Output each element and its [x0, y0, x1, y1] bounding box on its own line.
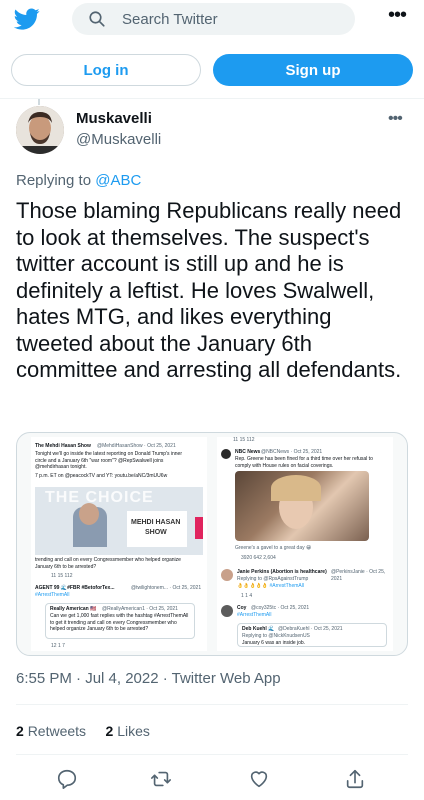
media-right-reply1-name: Janie Perkins (Abortion is healthcare): [237, 569, 327, 575]
media-right-reply2-tag: #ArrestThemAll: [237, 612, 272, 618]
media-right-reply1-meta: @PerkinsJanie · Oct 25, 2021: [331, 569, 386, 582]
show-name-line2: SHOW: [145, 529, 167, 536]
avatar[interactable]: [16, 106, 64, 154]
media-right-stats: 3920 642 2,604: [241, 555, 276, 561]
divider: [16, 704, 408, 705]
divider: [0, 98, 424, 99]
reply-icon[interactable]: [56, 768, 78, 790]
media-left-quote-meta: @ReallyAmerican1 · Oct 25, 2021: [102, 606, 178, 612]
media-left-panel: The Mehdi Hasan Show @MehdiHasanShow · O…: [31, 437, 207, 651]
media-right-counts-top: 11 15 112: [233, 437, 255, 443]
media-left-reply2-tag: #ArrestThemAll: [35, 592, 70, 598]
twitter-bird-icon[interactable]: [14, 6, 40, 32]
media-right-caption: Greene's a gavel to a great day 😀: [235, 545, 312, 551]
thread-connector: [38, 99, 40, 105]
media-left-counts-2: 12 1 7: [51, 643, 65, 649]
show-accent: [195, 517, 203, 539]
media-right-meta: @NBCNews · Oct 25, 2021: [261, 449, 323, 455]
media-left-quote-name: Really American 🇺🇸: [50, 606, 97, 612]
media-right-reply2-name: Coy: [237, 605, 247, 611]
divider: [16, 754, 408, 755]
more-horizontal-icon[interactable]: •••: [386, 5, 408, 30]
media-left-name: The Mehdi Hasan Show: [35, 443, 91, 449]
show-host-face: [79, 503, 99, 525]
nbc-avatar: [221, 449, 231, 459]
photo-hair: [271, 475, 321, 501]
coy-avatar: [221, 605, 233, 617]
tweet-timestamp[interactable]: 6:55 PM · Jul 4, 2022 · Twitter Web App: [16, 670, 281, 687]
replying-mention-link[interactable]: @ABC: [95, 172, 141, 189]
replying-to: Replying to @ABC: [16, 172, 141, 189]
retweets-stat[interactable]: 2 Retweets: [16, 723, 86, 739]
tweet-stats: 2 Retweets 2 Likes: [16, 723, 150, 739]
janie-avatar: [221, 569, 233, 581]
search-placeholder[interactable]: Search Twitter: [122, 11, 218, 28]
media-right-reply1-tag: 👌👌👌👌👌 #ArrestThemAll: [237, 583, 304, 589]
media-left-meta: @MehdiHasanShow · Oct 25, 2021: [97, 443, 176, 449]
share-icon[interactable]: [344, 768, 366, 790]
media-right-counts-mid: 1 1 4: [241, 593, 253, 599]
likes-count: 2: [105, 723, 114, 739]
media-right-quote-name: Deb Kuehl 🌊: [242, 626, 275, 632]
search-bar[interactable]: Search Twitter: [72, 3, 355, 35]
author-handle[interactable]: @Muskavelli: [76, 131, 161, 148]
media-right-body: Rep. Greene has been fined for a third t…: [235, 456, 373, 469]
media-right-quote: Deb Kuehl 🌊 @DebraKuehl · Oct 25, 2021 R…: [237, 623, 387, 647]
media-right-name: NBC News: [235, 449, 261, 455]
media-left-reply2-meta: @twilightonem... · Oct 25, 2021: [131, 585, 202, 591]
media-left-reply2-name: AGENT 99 🌊#FBR #BetoforTex...: [35, 585, 115, 591]
retweets-count: 2: [16, 723, 24, 739]
replying-prefix: Replying to: [16, 172, 92, 189]
media-right-quote-body: January 6 was an inside job.: [242, 640, 306, 646]
likes-label: Likes: [117, 723, 150, 739]
media-right-quote-sub: Replying to @NickKnudsenUS: [242, 633, 310, 639]
top-bar: Search Twitter •••: [0, 0, 424, 38]
media-right-quote-meta: @DebraKuehl · Oct 25, 2021: [278, 626, 343, 632]
show-name-line1: MEHDI HASAN: [131, 519, 181, 526]
media-right-panel: 11 15 112 NBC News @NBCNews · Oct 25, 20…: [217, 437, 393, 651]
media-left-quote-body: Can we get 1,000 fast replies with the h…: [50, 613, 189, 632]
media-left-reply-text: trending and call on every Congressmembe…: [35, 557, 181, 570]
tweet-text: Those blaming Republicans really need to…: [16, 198, 402, 382]
media-left-time: 7 p.m. ET on @peacockTV and YT: youtu.be…: [35, 473, 168, 479]
retweets-label: Retweets: [27, 723, 87, 739]
signup-button[interactable]: Sign up: [213, 54, 413, 86]
tweet-media-image[interactable]: The Mehdi Hasan Show @MehdiHasanShow · O…: [16, 432, 408, 656]
author-display-name[interactable]: Muskavelli: [76, 110, 152, 127]
login-button[interactable]: Log in: [11, 54, 201, 86]
show-card: MEHDI HASAN SHOW: [127, 511, 187, 547]
media-left-quote: Really American 🇺🇸 @ReallyAmerican1 · Oc…: [45, 603, 195, 639]
heart-icon[interactable]: [248, 768, 270, 790]
media-left-body: Tonight we'll go inside the latest repor…: [35, 451, 182, 470]
media-left-counts-1: 11 15 112: [51, 573, 73, 579]
media-greene-photo: [235, 471, 369, 541]
media-right-reply1-sub: Replying to @RpsAgainstTrump: [237, 576, 309, 582]
likes-stat[interactable]: 2 Likes: [106, 723, 150, 739]
tweet-more-icon[interactable]: •••: [388, 110, 403, 128]
media-right-reply2-meta: @coy325tc · Oct 25, 2021: [251, 605, 310, 611]
avatar-photo: [16, 106, 64, 154]
media-show-image: THE CHOICE MEHDI HASAN SHOW: [35, 487, 203, 555]
retweet-icon[interactable]: [150, 768, 172, 790]
search-icon: [89, 11, 105, 27]
show-overlay-text: THE CHOICE: [45, 489, 154, 506]
